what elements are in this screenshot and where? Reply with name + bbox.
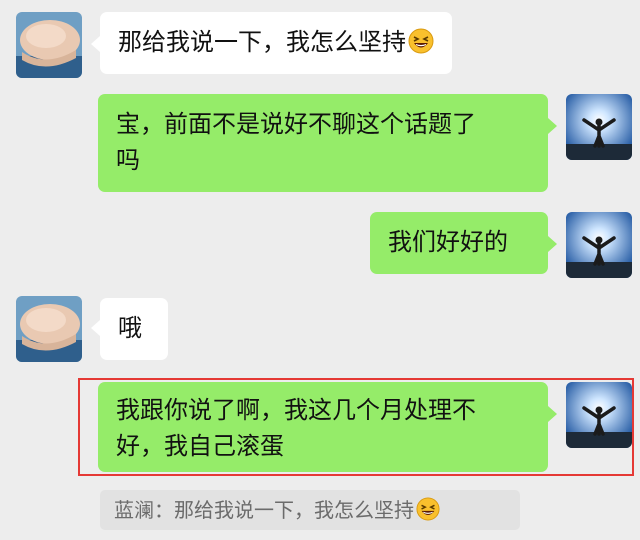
- grinning-squinting-face-emoji-icon: [416, 497, 440, 521]
- my-avatar[interactable]: [566, 212, 632, 278]
- my-avatar[interactable]: [566, 382, 632, 448]
- message-text: 哦: [118, 314, 142, 342]
- message-bubble-incoming[interactable]: 那给我说一下，我怎么坚持: [100, 12, 452, 74]
- message-text-line: 宝，前面不是说好不聊这个话题了: [116, 110, 476, 138]
- message-bubble-incoming[interactable]: 哦: [100, 298, 168, 360]
- quoted-message[interactable]: 蓝澜：那给我说一下，我怎么坚持: [100, 490, 520, 530]
- message-text-line: 好，我自己滚蛋: [116, 432, 284, 460]
- message-bubble-outgoing[interactable]: 我们好好的: [370, 212, 548, 274]
- my-avatar[interactable]: [566, 94, 632, 160]
- contact-avatar[interactable]: [16, 12, 82, 78]
- message-text: 我们好好的: [388, 228, 508, 256]
- quoted-message-text: 蓝澜：那给我说一下，我怎么坚持: [114, 498, 414, 522]
- message-text: 那给我说一下，我怎么坚持: [118, 28, 406, 56]
- contact-avatar[interactable]: [16, 296, 82, 362]
- grinning-squinting-face-emoji-icon: [408, 28, 434, 54]
- message-text-line: 我跟你说了啊，我这几个月处理不: [116, 396, 476, 424]
- message-text-line: 吗: [116, 146, 140, 174]
- message-bubble-outgoing[interactable]: 宝，前面不是说好不聊这个话题了 吗: [98, 94, 548, 192]
- message-bubble-outgoing[interactable]: 我跟你说了啊，我这几个月处理不 好，我自己滚蛋: [98, 382, 548, 472]
